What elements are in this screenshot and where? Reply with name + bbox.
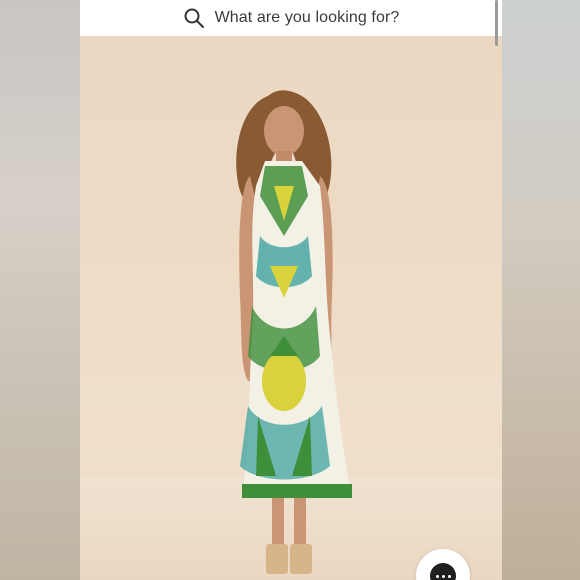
product-photo xyxy=(80,36,502,580)
search-input[interactable]: What are you looking for? xyxy=(215,9,400,27)
search-bar[interactable]: What are you looking for? xyxy=(80,0,502,36)
blurred-backdrop-left xyxy=(0,0,80,580)
scrollbar[interactable] xyxy=(495,0,498,46)
model-in-dress-illustration xyxy=(236,90,352,574)
search-icon[interactable] xyxy=(183,7,205,29)
blurred-backdrop-right xyxy=(502,0,580,580)
more-options-icon xyxy=(430,563,456,580)
screenshot-frame: What are you looking for? xyxy=(80,0,502,580)
